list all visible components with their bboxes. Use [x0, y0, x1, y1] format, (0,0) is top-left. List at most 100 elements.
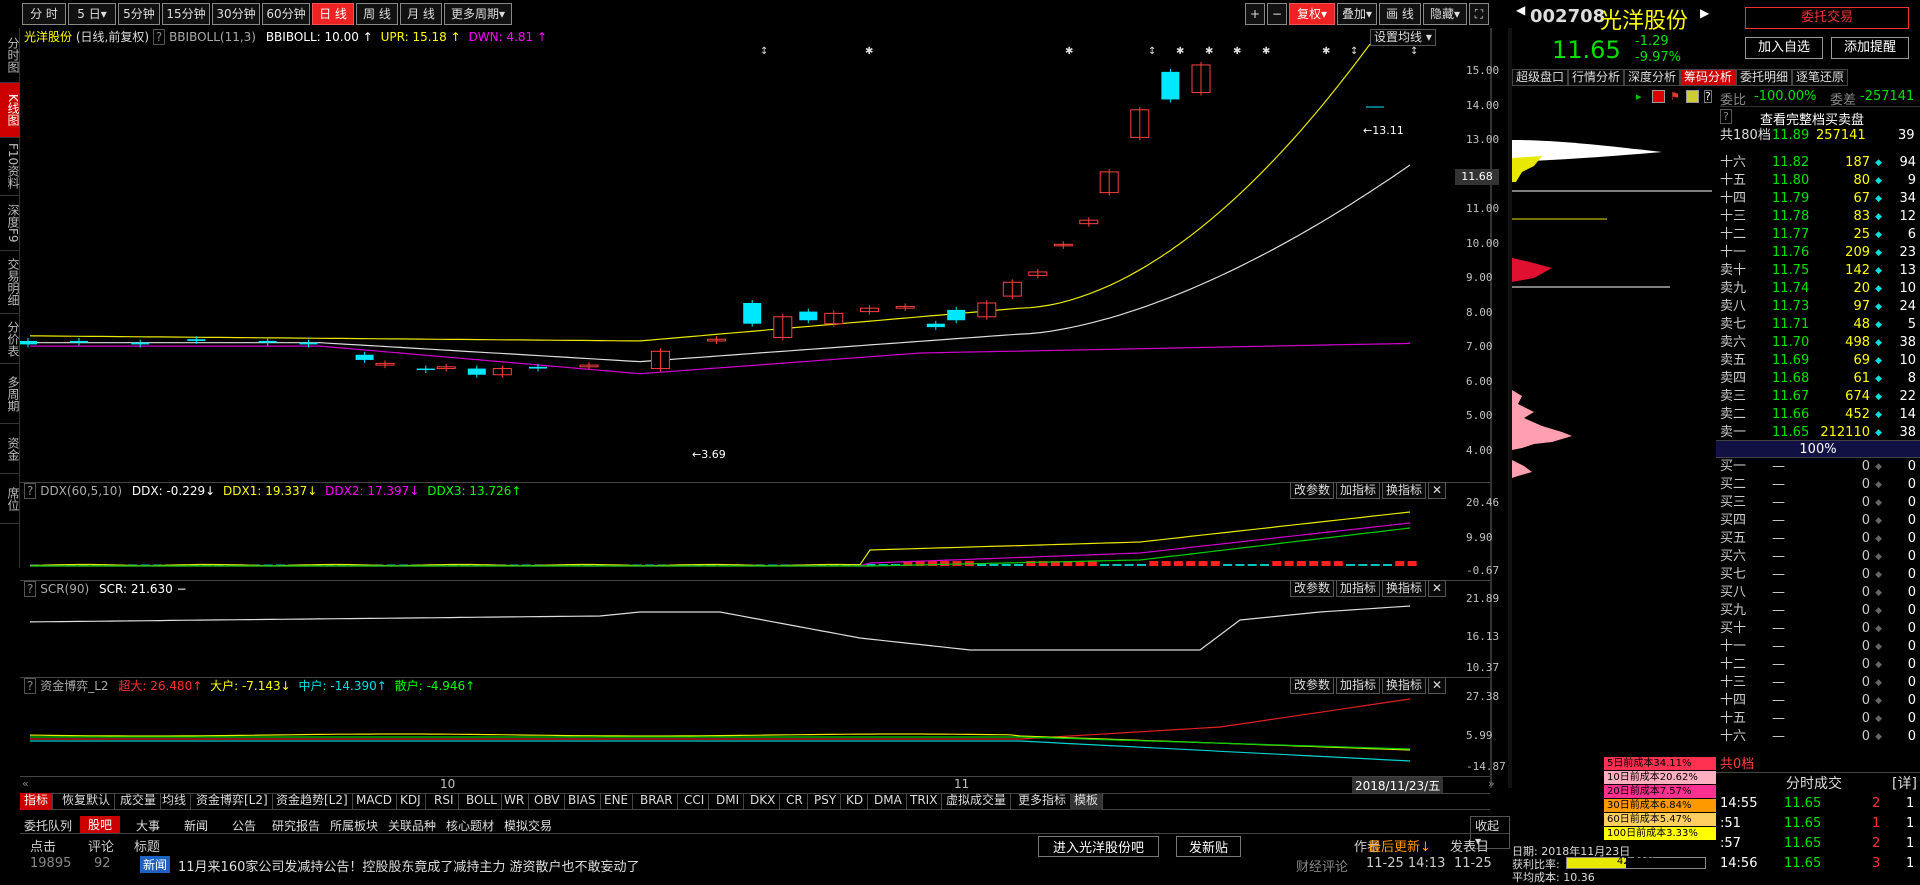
- zoom-out-button[interactable]: −: [1267, 3, 1287, 25]
- flag-icon[interactable]: ▸: [1636, 90, 1642, 103]
- indicator-tab[interactable]: PSY: [810, 793, 842, 810]
- indicator-tab[interactable]: 模板: [1070, 793, 1104, 810]
- ask-row[interactable]: 十一 11.76 209 23 ◆: [1720, 244, 1920, 262]
- fund-edit-params-button[interactable]: 改参数: [1290, 677, 1335, 694]
- help-icon[interactable]: ?: [152, 29, 166, 45]
- new-post-button[interactable]: 发新贴: [1176, 836, 1242, 857]
- news-tab-related[interactable]: 关联品种: [388, 817, 436, 834]
- col-comments[interactable]: 评论: [88, 836, 114, 855]
- left-tab-f10[interactable]: F10资料: [0, 138, 20, 196]
- indicator-tab[interactable]: CCI: [680, 793, 710, 810]
- news-tab-events[interactable]: 大事: [136, 817, 160, 834]
- quote-tab-market[interactable]: 行情分析: [1568, 69, 1625, 86]
- ask-row[interactable]: 卖九 11.74 20 10 ◆: [1720, 280, 1920, 298]
- ask-row[interactable]: 卖三 11.67 674 22 ◆: [1720, 388, 1920, 406]
- period-btn-5min[interactable]: 5分钟: [118, 3, 160, 25]
- quote-tab-super[interactable]: 超级盘口: [1512, 69, 1569, 86]
- kline-chart[interactable]: ↕ ✱ ✱ ↕ ✱ ✱ ✱ ✱ ✱ ↕ ↕: [20, 44, 1490, 474]
- scr-close-icon[interactable]: ✕: [1428, 580, 1447, 597]
- bid-row[interactable]: 十五 — 0 0 ◆: [1720, 710, 1920, 728]
- indicator-tab[interactable]: 成交量: [116, 793, 162, 810]
- indicator-tab[interactable]: BOLL: [462, 793, 502, 810]
- ddx-edit-params-button[interactable]: 改参数: [1290, 482, 1335, 499]
- adjust-button[interactable]: 复权▾: [1289, 3, 1335, 25]
- add-alert-button[interactable]: 添加提醒: [1831, 37, 1909, 59]
- col-latest[interactable]: 最后更新↓: [1368, 836, 1431, 855]
- ask-row[interactable]: 十六 11.82 187 94 ◆: [1720, 154, 1920, 172]
- bid-row[interactable]: 十四 — 0 0 ◆: [1720, 692, 1920, 710]
- indicator-tab[interactable]: 均线: [158, 793, 192, 810]
- scr-title[interactable]: SCR(90): [40, 582, 89, 596]
- ask-row[interactable]: 十三 11.78 83 12 ◆: [1720, 208, 1920, 226]
- fund-switch-indicator-button[interactable]: 换指标: [1382, 677, 1427, 694]
- bid-row[interactable]: 买七 — 0 0 ◆: [1720, 566, 1920, 584]
- indicator-tab[interactable]: 指标: [20, 793, 54, 810]
- bid-row[interactable]: 买九 — 0 0 ◆: [1720, 602, 1920, 620]
- scr-add-indicator-button[interactable]: 加指标: [1336, 580, 1381, 597]
- indicator-tab[interactable]: MACD: [352, 793, 397, 810]
- scr-edit-params-button[interactable]: 改参数: [1290, 580, 1335, 597]
- left-tab-depth[interactable]: 深度F9: [0, 196, 20, 251]
- bid-row[interactable]: 买四 — 0 0 ◆: [1720, 512, 1920, 530]
- quote-tab-orders[interactable]: 委托明细: [1736, 69, 1793, 86]
- left-tab-multi-period[interactable]: 多周期: [0, 364, 20, 424]
- left-tab-intraday[interactable]: 分时图: [0, 28, 20, 83]
- period-btn-5day[interactable]: 5 日▾: [68, 3, 116, 25]
- bid-row[interactable]: 买八 — 0 0 ◆: [1720, 584, 1920, 602]
- news-row-title[interactable]: 11月来160家公司发减持公告！控股股东竟成了减持主力 游资散户也不敢妄动了: [178, 856, 640, 875]
- ask-row[interactable]: 卖四 11.68 61 8 ◆: [1720, 370, 1920, 388]
- bid-row[interactable]: 十三 — 0 0 ◆: [1720, 674, 1920, 692]
- ask-row[interactable]: 卖五 11.69 69 10 ◆: [1720, 352, 1920, 370]
- indicator-tab[interactable]: BRAR: [636, 793, 678, 810]
- indicator-tab[interactable]: CR: [782, 793, 808, 810]
- news-tab-news[interactable]: 新闻: [184, 817, 208, 834]
- news-tab-guba[interactable]: 股吧: [80, 816, 121, 833]
- col-posted[interactable]: 发表日: [1450, 836, 1489, 855]
- help-icon[interactable]: ?: [1704, 90, 1712, 103]
- period-btn-intraday[interactable]: 分 时: [22, 3, 66, 25]
- draw-line-button[interactable]: 画 线: [1379, 3, 1421, 25]
- scr-switch-indicator-button[interactable]: 换指标: [1382, 580, 1427, 597]
- help-icon[interactable]: ?: [24, 483, 37, 499]
- left-tab-trades[interactable]: 交易明细: [0, 251, 20, 314]
- quote-tab-chips[interactable]: 筹码分析: [1680, 69, 1737, 86]
- prev-stock-icon[interactable]: ◀: [1516, 3, 1525, 17]
- indicator-tab[interactable]: DMI: [712, 793, 745, 810]
- order-trade-button[interactable]: 委托交易: [1745, 7, 1909, 29]
- add-watchlist-button[interactable]: 加入自选: [1745, 37, 1823, 59]
- fund-title[interactable]: 资金博弈_L2: [40, 679, 108, 693]
- indicator-tab[interactable]: DKX: [746, 793, 781, 810]
- indicator-tab[interactable]: 资金趋势[L2]: [272, 793, 353, 810]
- bid-row[interactable]: 买十 — 0 0 ◆: [1720, 620, 1920, 638]
- full-book-row[interactable]: ? 查看完整档买卖盘: [1720, 109, 1920, 128]
- bid-row[interactable]: 买一 — 0 0 ◆: [1720, 458, 1920, 476]
- ddx-title[interactable]: DDX(60,5,10): [40, 484, 122, 498]
- chip-red-mode-icon[interactable]: [1652, 90, 1665, 103]
- fund-close-icon[interactable]: ✕: [1428, 677, 1447, 694]
- news-tab-sector[interactable]: 所属板块: [330, 817, 378, 834]
- period-btn-15min[interactable]: 15分钟: [162, 3, 210, 25]
- news-tab-research[interactable]: 研究报告: [272, 817, 320, 834]
- quote-tab-depth[interactable]: 深度分析: [1624, 69, 1681, 86]
- bid-row[interactable]: 买二 — 0 0 ◆: [1720, 476, 1920, 494]
- bid-row[interactable]: 十一 — 0 0 ◆: [1720, 638, 1920, 656]
- news-tab-simtrade[interactable]: 模拟交易: [504, 817, 552, 834]
- ticks-detail-link[interactable]: [详]: [1892, 773, 1917, 793]
- indicator-tab[interactable]: 资金博弈[L2]: [192, 793, 273, 810]
- period-btn-weekly[interactable]: 周 线: [356, 3, 398, 25]
- scroll-right-icon[interactable]: »: [1488, 777, 1495, 790]
- news-row[interactable]: 19895 92 新闻 11月来160家公司发减持公告！控股股东竟成了减持主力 …: [20, 856, 1510, 875]
- fund-add-indicator-button[interactable]: 加指标: [1336, 677, 1381, 694]
- left-tab-seats[interactable]: 席位: [0, 474, 20, 524]
- left-tab-kline[interactable]: K线图: [0, 83, 20, 138]
- ask-row[interactable]: 十五 11.80 80 9 ◆: [1720, 172, 1920, 190]
- bid-row[interactable]: 买三 — 0 0 ◆: [1720, 494, 1920, 512]
- help-icon[interactable]: ?: [1720, 109, 1732, 124]
- full-book-link[interactable]: 查看完整档买卖盘: [1760, 109, 1864, 128]
- period-btn-monthly[interactable]: 月 线: [400, 3, 442, 25]
- indicator-tab[interactable]: RSI: [430, 793, 459, 810]
- kline-indicator-name[interactable]: BBIBOLL(11,3): [169, 30, 256, 44]
- left-tab-price-table[interactable]: 分价表: [0, 314, 20, 364]
- bid-row[interactable]: 买六 — 0 0 ◆: [1720, 548, 1920, 566]
- quote-tab-replay[interactable]: 逐笔还原: [1792, 69, 1849, 86]
